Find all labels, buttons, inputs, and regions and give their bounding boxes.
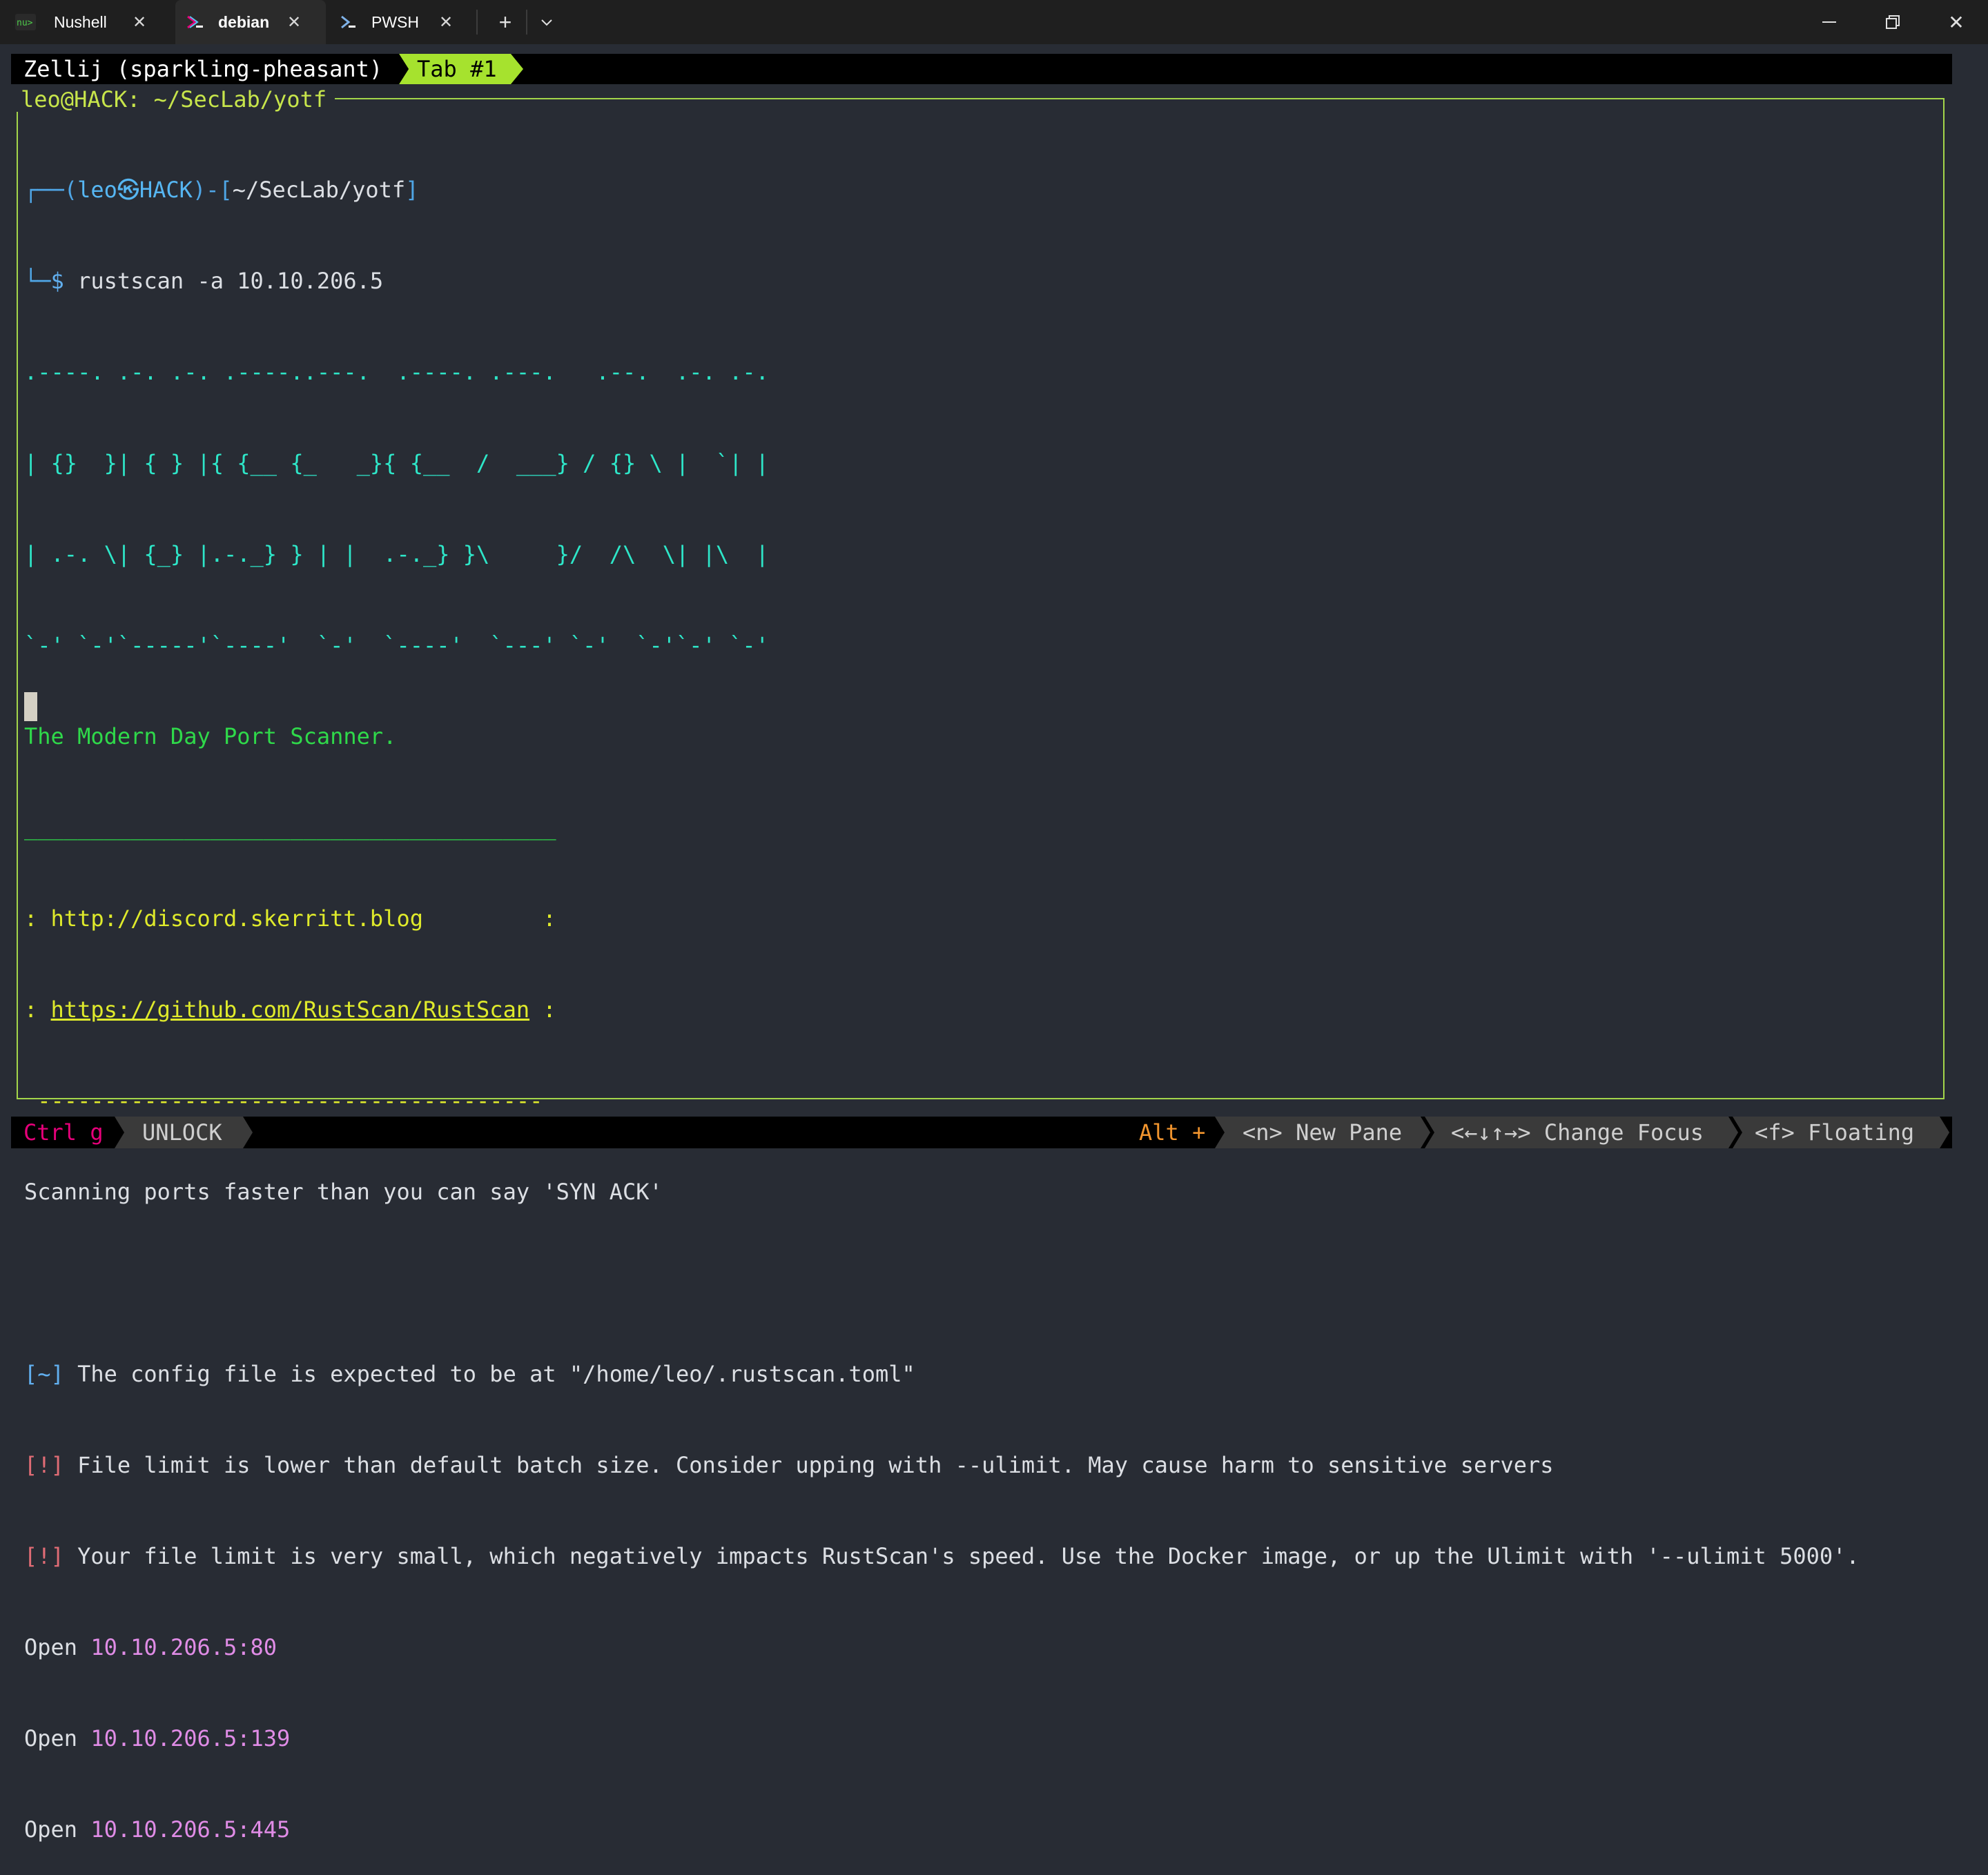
zellij-status-bar: Ctrl g UNLOCK Alt + <n> New Pane <←↓↑→> … <box>11 1117 1952 1148</box>
terminal-tab-strip: nu> Nushell ✕ debian ✕ PWSH ✕ + ✕ <box>0 0 1988 44</box>
tab-label: PWSH <box>371 12 419 31</box>
message-line: [~] The config file is expected to be at… <box>24 1359 1860 1389</box>
open-port-line: Open 10.10.206.5:445 <box>24 1814 1860 1845</box>
restore-icon <box>1886 15 1900 29</box>
prompt-at: ㉿ <box>117 177 139 203</box>
info-tag: [~] <box>24 1361 64 1387</box>
prompt-sep: )-[ <box>192 177 233 203</box>
tab-label: Nushell <box>54 12 107 31</box>
github-link[interactable]: https://github.com/RustScan/RustScan <box>51 997 530 1023</box>
terminal-cursor <box>24 692 37 721</box>
powershell-icon <box>338 13 359 31</box>
open-label: Open <box>24 1816 78 1843</box>
link-suffix: : <box>529 997 556 1023</box>
link-prefix: : <box>24 997 51 1023</box>
box-bottom: -------------------------------------- <box>24 1088 543 1114</box>
terminal-output: ┌──(leo㉿HACK)-[~/SecLab/yotf] └─$ rustsc… <box>24 114 1860 1875</box>
mode-key: Ctrl g <box>23 1119 104 1146</box>
warning-tag: [!] <box>24 1452 64 1478</box>
prompt-corner: ┌──( <box>24 177 78 203</box>
command-text: rustscan -a 10.10.206.5 <box>77 268 384 294</box>
open-port-line: Open 10.10.206.5:80 <box>24 1632 1860 1662</box>
tab-separator <box>476 10 478 35</box>
prompt-symbol: $ <box>50 268 64 294</box>
message-line: [!] File limit is lower than default bat… <box>24 1450 1860 1480</box>
minimize-button[interactable] <box>1797 0 1861 44</box>
tab-1[interactable]: Tab #1 <box>417 54 497 84</box>
open-port: 10.10.206.5:139 <box>90 1725 291 1751</box>
open-port: 10.10.206.5:80 <box>90 1634 277 1660</box>
tagline: The Modern Day Port Scanner. <box>24 723 397 749</box>
pane-title: leo@HACK: ~/SecLab/yotf <box>12 87 335 112</box>
new-pane-hint: <n> New Pane <box>1242 1119 1403 1146</box>
tab-dropdown-button[interactable] <box>533 0 561 44</box>
banner-line: `-' `-'`-----'`----' `-' `----' `---' `-… <box>24 632 769 658</box>
change-focus-hint: <←↓↑→> Change Focus <box>1451 1119 1704 1146</box>
message-line: [!] Your file limit is very small, which… <box>24 1541 1860 1571</box>
debian-icon <box>185 13 206 31</box>
close-tab-icon[interactable]: ✕ <box>287 12 301 32</box>
close-tab-icon[interactable]: ✕ <box>439 12 453 32</box>
prompt-host: HACK <box>139 177 193 203</box>
open-port-line: Open 10.10.206.5:139 <box>24 1723 1860 1754</box>
tab-nushell[interactable]: nu> Nushell ✕ <box>15 0 188 44</box>
session-name: Zellij (sparkling-pheasant) <box>23 56 383 82</box>
minimize-icon <box>1822 21 1836 23</box>
motto: Scanning ports faster than you can say '… <box>24 1179 663 1205</box>
nushell-icon: nu> <box>15 13 36 31</box>
github-link-line: : https://github.com/RustScan/RustScan : <box>24 994 1860 1025</box>
unlock-button[interactable]: UNLOCK <box>142 1117 222 1148</box>
restore-button[interactable] <box>1861 0 1924 44</box>
close-tab-icon[interactable]: ✕ <box>133 12 146 32</box>
tab-separator <box>526 10 527 35</box>
alt-label: Alt + <box>1139 1119 1206 1146</box>
prompt-corner-bottom: └─ <box>24 268 51 294</box>
prompt-bracket: ] <box>405 177 419 203</box>
prompt-user: leo <box>77 177 117 203</box>
banner-line: | .-. \| {_} |.-._} } | | .-._} }\ }/ /\… <box>24 541 769 567</box>
warning-tag: [!] <box>24 1543 64 1569</box>
message-text: Your file limit is very small, which neg… <box>64 1543 1860 1569</box>
floating-hint: <f> Floating <box>1755 1119 1915 1146</box>
open-port: 10.10.206.5:445 <box>90 1816 291 1843</box>
open-label: Open <box>24 1725 78 1751</box>
discord-link-line: : http://discord.skerritt.blog : <box>24 905 556 932</box>
open-label: Open <box>24 1634 78 1660</box>
chevron-down-icon <box>541 19 552 26</box>
window-close-button[interactable]: ✕ <box>1924 0 1988 44</box>
command-line: └─$ rustscan -a 10.10.206.5 <box>24 266 1860 296</box>
banner-line: .----. .-. .-. .----..---. .----. .---. … <box>24 359 769 385</box>
message-text: The config file is expected to be at "/h… <box>64 1361 915 1387</box>
tab-label: debian <box>218 12 270 31</box>
box-top: ________________________________________ <box>24 814 556 841</box>
banner-line: | {} }| { } |{ {__ {_ _}{ {__ / ___} / {… <box>24 450 769 476</box>
new-tab-button[interactable]: + <box>489 0 522 44</box>
tab-pwsh[interactable]: PWSH ✕ <box>338 0 474 44</box>
prompt-path: ~/SecLab/yotf <box>232 177 406 203</box>
svg-text:nu>: nu> <box>17 18 33 28</box>
zellij-tab-bar: Zellij (sparkling-pheasant) Tab #1 <box>11 54 1952 84</box>
message-text: File limit is lower than default batch s… <box>64 1452 1554 1478</box>
prompt-line: ┌──(leo㉿HACK)-[~/SecLab/yotf] <box>24 175 1860 205</box>
tab-debian[interactable]: debian ✕ <box>175 0 326 44</box>
